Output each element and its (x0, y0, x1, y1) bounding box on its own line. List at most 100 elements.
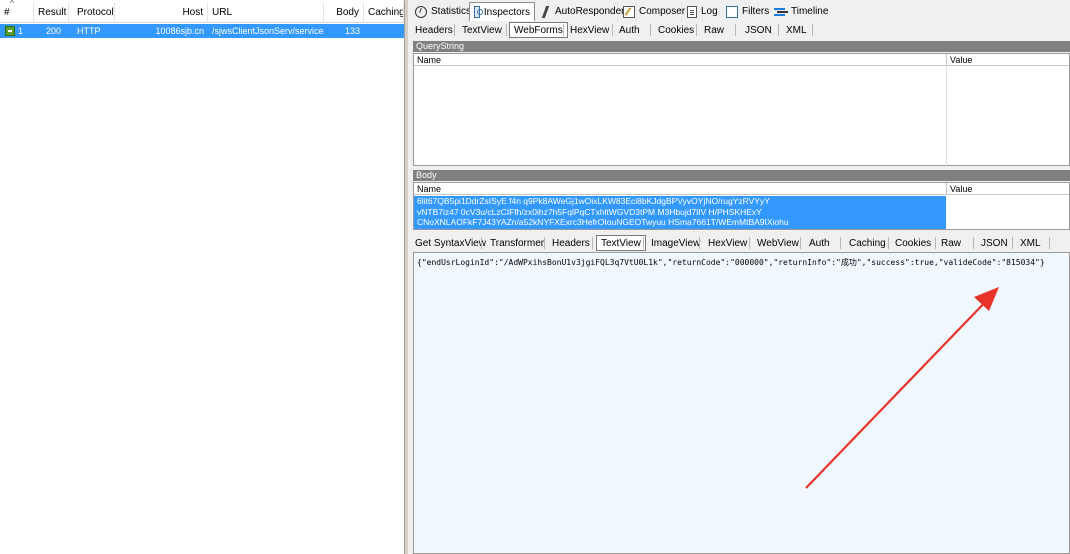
tab-filters[interactable]: Filters (722, 2, 773, 21)
col-number[interactable]: # (0, 2, 34, 23)
tab-statistics-label: Statistics (431, 6, 472, 17)
response-tabs: Get SyntaxView Transformer Headers TextV… (409, 234, 1070, 252)
tab-autoresponder[interactable]: AutoResponder (537, 2, 629, 21)
session-number: 1 (18, 26, 24, 36)
main-tabs: Statistics Inspectors AutoResponder Comp… (409, 2, 1070, 21)
resp-tab-headers[interactable]: Headers (548, 234, 594, 252)
timeline-icon (774, 6, 787, 18)
req-tab-cookies[interactable]: Cookies (654, 21, 698, 39)
req-tab-textview[interactable]: TextView (458, 21, 506, 39)
separator (735, 24, 736, 36)
tab-inspectors-label: Inspectors (483, 6, 530, 18)
tab-timeline[interactable]: Timeline (770, 2, 832, 21)
tab-statistics[interactable]: Statistics (411, 2, 475, 21)
session-result: 200 (45, 26, 61, 36)
req-tab-raw[interactable]: Raw (700, 21, 728, 39)
separator (696, 24, 697, 36)
session-host: 10086sjb.cn (155, 26, 204, 36)
col-protocol[interactable]: Protocol (73, 2, 115, 23)
inspector-pane: Statistics Inspectors AutoResponder Comp… (409, 0, 1070, 554)
req-tab-hexview[interactable]: HexView (566, 21, 613, 39)
body-grid[interactable]: Name Value 6lit67QB5pi1DdrZsISyE f4n q9P… (413, 182, 1070, 230)
session-protocol: HTTP (77, 26, 101, 36)
querystring-value-col[interactable]: Value (946, 54, 1070, 66)
req-tab-headers[interactable]: Headers (411, 21, 457, 39)
body-name-line: vNTB7iz47 0cV3u/cLzCIFfh/zx0ihz7h5FqlPqC… (417, 206, 762, 217)
col-host[interactable]: Host (115, 2, 208, 23)
body-title: Body (413, 170, 1070, 181)
col-result[interactable]: Result (34, 2, 69, 23)
separator (650, 24, 651, 36)
session-body: 133 (344, 26, 360, 36)
tab-autoresponder-label: AutoResponder (555, 6, 625, 17)
response-text-view[interactable]: {"endUsrLoginId":"/AdWPxihsBonU1v3jgiFQL… (413, 252, 1070, 554)
separator (592, 237, 593, 249)
arrow-shaft (805, 294, 993, 489)
body-name-line: CNoXNLAOFkF7J43YAZn/a52kNYFXExrc3HefrOIo… (417, 217, 789, 227)
separator (481, 237, 482, 249)
body-name-cell[interactable]: 6lit67QB5pi1DdrZsISyE f4n q9Pk8AWeGj1wOi… (414, 196, 946, 229)
req-tab-webforms[interactable]: WebForms (509, 22, 568, 38)
session-url: /sjwsClientJsonServ/service (212, 26, 324, 36)
separator (800, 237, 801, 249)
session-status-icon (5, 26, 15, 36)
request-tabs: Headers TextView WebForms HexView Auth C… (409, 21, 1070, 39)
resp-tab-transformer[interactable]: Transformer (486, 234, 548, 252)
resp-tab-json[interactable]: JSON (977, 234, 1012, 252)
querystring-title: QueryString (413, 41, 1070, 52)
separator (643, 237, 644, 249)
tab-log[interactable]: Log (683, 2, 722, 21)
separator (749, 237, 750, 249)
col-caching[interactable]: Caching (364, 2, 404, 23)
inspectors-icon (474, 6, 483, 18)
checkbox-icon (726, 5, 738, 18)
col-body[interactable]: Body (324, 2, 364, 23)
resp-tab-caching[interactable]: Caching (845, 234, 890, 252)
resp-tab-textview[interactable]: TextView (596, 235, 646, 251)
sessions-pane: ^ # Result Protocol Host URL Body Cachin… (0, 0, 404, 554)
resp-tab-xml[interactable]: XML (1016, 234, 1045, 252)
querystring-grid[interactable]: Name Value (413, 53, 1070, 166)
resp-tab-webview[interactable]: WebView (753, 234, 803, 252)
statistics-icon (415, 5, 427, 18)
lightning-icon (541, 6, 551, 18)
separator (973, 237, 974, 249)
annotation-arrow-icon (805, 287, 999, 489)
tab-log-label: Log (701, 6, 718, 17)
separator (544, 237, 545, 249)
tab-filters-label: Filters (742, 6, 770, 17)
separator (935, 237, 936, 249)
separator (1012, 237, 1013, 249)
separator (506, 24, 507, 36)
tab-composer-label: Composer (639, 6, 686, 17)
resp-tab-raw[interactable]: Raw (937, 234, 965, 252)
separator (1049, 237, 1050, 249)
tab-composer[interactable]: Composer (619, 2, 689, 21)
req-tab-json[interactable]: JSON (741, 21, 776, 39)
resp-tab-auth[interactable]: Auth (805, 234, 834, 252)
arrow-head (974, 287, 999, 311)
resp-tab-hexview[interactable]: HexView (704, 234, 751, 252)
col-url[interactable]: URL (208, 2, 324, 23)
session-row[interactable]: 1 200 HTTP 10086sjb.cn /sjwsClientJsonSe… (0, 24, 404, 38)
separator (454, 24, 455, 36)
log-icon (687, 5, 697, 18)
tab-timeline-label: Timeline (791, 6, 829, 17)
separator (699, 237, 700, 249)
separator (778, 24, 779, 36)
resp-tab-imageview[interactable]: ImageView (647, 234, 704, 252)
body-grid-header: Name Value (414, 183, 1069, 195)
body-name-line: 6lit67QB5pi1DdrZsISyE f4n q9Pk8AWeGj1wOi… (417, 196, 770, 206)
tab-inspectors[interactable]: Inspectors (469, 2, 535, 21)
req-tab-auth[interactable]: Auth (615, 21, 644, 39)
resp-tab-cookies[interactable]: Cookies (891, 234, 935, 252)
composer-icon (623, 5, 635, 18)
req-tab-xml[interactable]: XML (782, 21, 811, 39)
resp-tab-syntaxview[interactable]: Get SyntaxView (411, 234, 490, 252)
querystring-grid-header: Name Value (414, 54, 1069, 66)
querystring-name-col[interactable]: Name (414, 54, 946, 66)
body-name-col[interactable]: Name (414, 183, 946, 195)
body-value-col[interactable]: Value (946, 183, 1070, 195)
sessions-header: ^ # Result Protocol Host URL Body Cachin… (0, 0, 404, 23)
separator (812, 24, 813, 36)
